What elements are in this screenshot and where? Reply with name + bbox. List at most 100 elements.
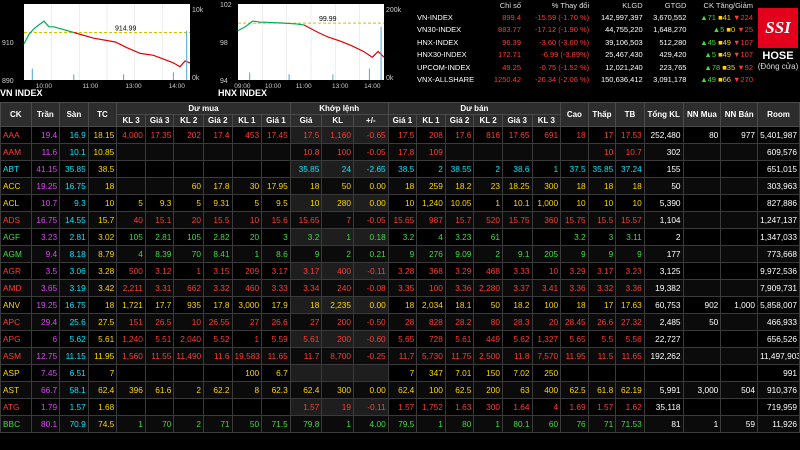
index-value: 172.71: [498, 50, 521, 60]
cell-tc: 18: [87, 177, 118, 195]
up-arrow-icon: ▲: [700, 12, 708, 22]
table-row[interactable]: AST 66.7 58.1 62.4 396 61.6 2 62.2 8 62.3 62.4 300 0…: [0, 381, 800, 399]
col-nn-mua[interactable]: NN Mua: [682, 102, 722, 127]
col-tran[interactable]: Trần: [30, 102, 61, 127]
table-row[interactable]: ASP 7.45 6.51 7 100 6.7 7 347 7.01 150 7.02 250 991: [0, 364, 800, 382]
cell-ck[interactable]: BBC: [0, 415, 32, 433]
col-buy-kl1[interactable]: KL 1: [231, 114, 263, 127]
col-buy-g3[interactable]: Giá 3: [144, 114, 175, 127]
table-row[interactable]: ABT 41.15 35.85 38.5 35.85 24 -2.65 38.5 2 38.55 2…: [0, 160, 800, 178]
cell-nn-mua: [682, 347, 722, 365]
table-row[interactable]: ACL 10.7 9.3 10 5 9.3 5 9.31 5 9.5 10 280 0.00 10 1,24…: [0, 194, 800, 212]
cell-ck[interactable]: AST: [0, 381, 32, 399]
col-tc[interactable]: TC: [87, 102, 118, 127]
cell-ck[interactable]: ANV: [0, 296, 32, 314]
cell-ck[interactable]: AGR: [0, 262, 32, 280]
table-row[interactable]: ATG 1.79 1.57 1.68 1.57 19 -0.11 1.57 1,752 1.63 3…: [0, 398, 800, 416]
cell-sell-kl2: 816: [473, 126, 503, 144]
cell-ck[interactable]: AGM: [0, 245, 32, 263]
table-row[interactable]: AGF 3.23 2.81 3.02 105 2.81 105 2.82 20 3 3.2 1 0.18…: [0, 228, 800, 246]
cell-ck[interactable]: ADS: [0, 211, 32, 229]
cell-buy-kl1: 1: [231, 245, 263, 263]
table-row[interactable]: AMD 3.65 3.19 3.42 2,211 3.31 662 3.32 460 3.33 3.…: [0, 279, 800, 297]
cell-sell-kl2: 468: [473, 262, 503, 280]
volume-tick-label: 0k: [386, 75, 394, 82]
cell-tong-kl: 1,104: [643, 211, 684, 229]
col-nn-ban[interactable]: NN Bán: [720, 102, 759, 127]
cell-tc: 3.28: [87, 262, 118, 280]
table-row[interactable]: AAA 19.4 16.9 18.15 4,000 17.35 202 17.4 453 17.4…: [0, 126, 800, 144]
index-row[interactable]: HNX-INDEX 96.39 -3.60 (-3.60 %) 39,106,503 5…: [415, 36, 755, 49]
col-buy-kl3[interactable]: KL 3: [116, 114, 146, 127]
cell-ck[interactable]: APC: [0, 313, 32, 331]
index-row[interactable]: UPCOM-INDEX 49.25 -0.75 (-1.52 %) 12,021,24…: [415, 61, 755, 74]
col-thap[interactable]: Thấp: [587, 102, 617, 127]
cell-sell-g1: 10: [387, 194, 418, 212]
col-sell-kl2[interactable]: KL 2: [473, 114, 503, 127]
col-sell-g3[interactable]: Giá 3: [501, 114, 533, 127]
col-tb[interactable]: TB: [615, 102, 645, 127]
exchange-name: HOSE: [762, 50, 794, 62]
col-buy-g1[interactable]: Giá 1: [261, 114, 291, 127]
table-row[interactable]: AGM 9.4 8.18 8.79 4 8.39 70 8.41 1 8.6 9 2 0.21 9 276 9…: [0, 245, 800, 263]
col-tong-kl[interactable]: Tổng KL: [643, 102, 684, 127]
col-sell-kl3[interactable]: KL 3: [531, 114, 562, 127]
col-match-vol[interactable]: KL: [321, 114, 354, 127]
table-row[interactable]: ANV 19.25 16.75 18 1,721 17.7 935 17.8 3,000 17.9…: [0, 296, 800, 314]
cell-nn-ban: [720, 143, 759, 161]
index-row[interactable]: VN-INDEX 899.4 -15.59 (-1.70 %) 142,997,397…: [415, 11, 755, 24]
col-ck[interactable]: CK: [0, 102, 32, 127]
cell-ck[interactable]: AAA: [0, 126, 32, 144]
table-row[interactable]: AAM 11.6 10.1 10.85 10.8 100 -0.05 17.8 109 10 10.…: [0, 143, 800, 161]
cell-ck[interactable]: AMD: [0, 279, 32, 297]
cell-ck[interactable]: ACL: [0, 194, 32, 212]
cell-ck[interactable]: APG: [0, 330, 32, 348]
table-row[interactable]: BBC 80.1 70.9 74.5 1 70 2 71 50 71.5 79.8 1 4.00 79.5…: [0, 415, 800, 433]
volume-tick-label: 10k: [192, 7, 204, 14]
cell-ck[interactable]: ASP: [0, 364, 32, 382]
col-cao[interactable]: Cao: [560, 102, 589, 127]
col-match-price[interactable]: Giá: [289, 114, 323, 127]
cell-ck[interactable]: AGF: [0, 228, 32, 246]
cell-nn-mua: 1: [682, 415, 722, 433]
table-row[interactable]: ADS 16.75 14.55 15.7 40 15.1 20 15.5 10 15.6 15.65…: [0, 211, 800, 229]
hnx-index-chart[interactable]: 99.99 102 98 94 200k 0k 09:00 10:00 11:00 13:00 14…: [218, 0, 414, 100]
cell-ck[interactable]: ATG: [0, 398, 32, 416]
col-sell-g2[interactable]: Giá 2: [444, 114, 475, 127]
index-breadth: ▲71 ■41 ▼224: [688, 11, 755, 24]
cell-ck[interactable]: ABT: [0, 160, 32, 178]
vn-index-chart[interactable]: 914.99 910 890 10k 0k 10:00 11:00 13:00 14:00 VN…: [0, 0, 212, 100]
table-row[interactable]: ASM 12.75 11.15 11.95 1,560 11.55 11,490 11.6 19…: [0, 347, 800, 365]
table-row[interactable]: AGR 3.5 3.06 3.28 500 3.12 1 3.15 209 3.17 3.17 400…: [0, 262, 800, 280]
cell-tran: 19.25: [30, 177, 61, 195]
cell-sell-g3: 18.25: [501, 177, 533, 195]
cell-buy-kl3: [116, 398, 146, 416]
cell-sell-kl3: [531, 228, 562, 246]
cell-ck[interactable]: ASM: [0, 347, 32, 365]
cell-tb: 3.11: [615, 228, 645, 246]
cell-ck[interactable]: AAM: [0, 143, 32, 161]
col-buy-g2[interactable]: Giá 2: [202, 114, 233, 127]
cell-sell-kl3: 360: [531, 211, 562, 229]
cell-match-change: 0.00: [352, 296, 389, 314]
table-row[interactable]: APG 6 5.62 5.61 1,240 5.51 2,040 5.52 1 5.59 5.61 2…: [0, 330, 800, 348]
index-row[interactable]: HNX30-INDEX 172.71 -6.99 (-3.89%) 25,467,43…: [415, 49, 755, 62]
col-san[interactable]: Sàn: [59, 102, 89, 127]
cell-sell-g2: 38.55: [444, 160, 475, 178]
cell-buy-kl3: 40: [116, 211, 146, 229]
index-row[interactable]: VNX-ALLSHARE 1250.42 -26.34 (-2.06 %) 150,6…: [415, 74, 755, 87]
cell-match-change: -0.11: [352, 262, 389, 280]
cell-tran: 19.4: [30, 126, 61, 144]
col-sell-g1[interactable]: Giá 1: [387, 114, 418, 127]
table-row[interactable]: APC 29.4 25.6 27.5 151 26.5 10 26.55 27 26.6 27 200…: [0, 313, 800, 331]
col-match-change[interactable]: +/-: [352, 114, 389, 127]
cell-sell-g3: 3.37: [501, 279, 533, 297]
cell-ck[interactable]: ACC: [0, 177, 32, 195]
cell-buy-kl2: 5: [173, 194, 204, 212]
table-row[interactable]: ACC 19.25 16.75 18 60 17.8 30 17.95 18 50 0.00 18 25…: [0, 177, 800, 195]
col-room[interactable]: Room: [757, 102, 800, 127]
col-buy-kl2[interactable]: KL 2: [173, 114, 204, 127]
col-sell-kl1[interactable]: KL 1: [416, 114, 446, 127]
index-row[interactable]: VN30-INDEX 883.77 -17.12 (-1.90 %) 44,755,2…: [415, 24, 755, 37]
up-arrow-icon: ▲: [700, 75, 708, 85]
